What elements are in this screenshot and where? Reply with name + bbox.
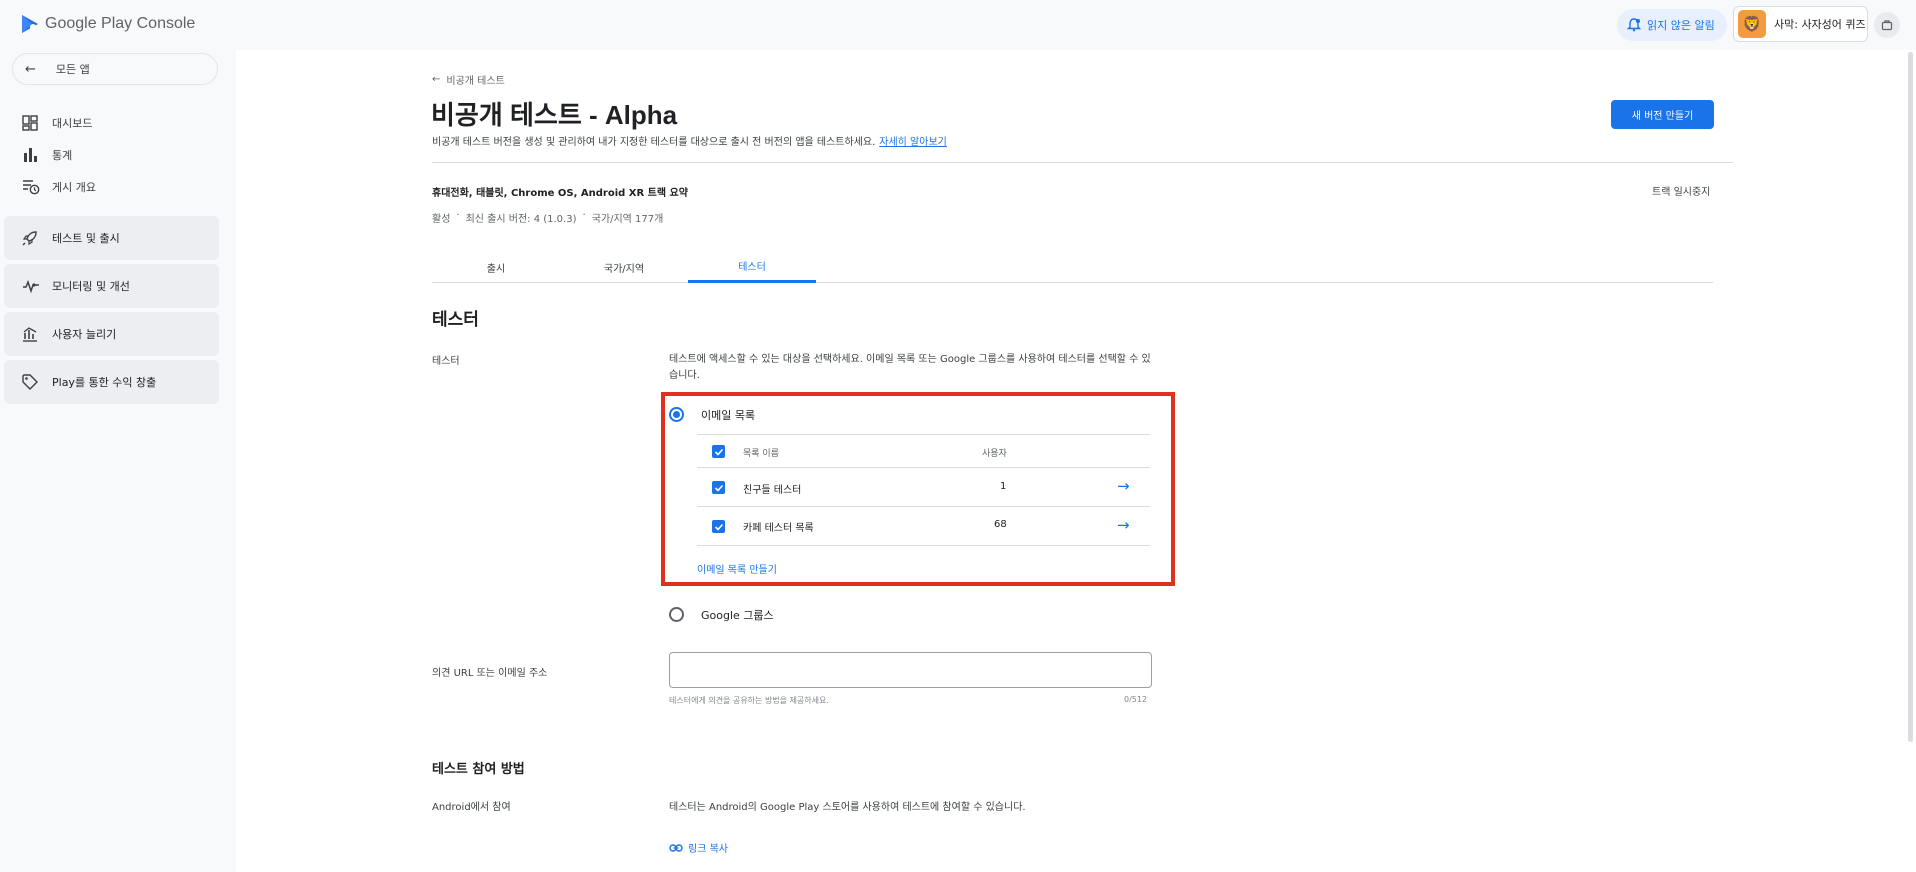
arrow-forward-icon[interactable]: → xyxy=(1117,477,1130,495)
sidebar-group-test-release[interactable]: 테스트 및 출시 xyxy=(4,216,219,260)
tab-releases[interactable]: 출시 xyxy=(432,251,560,283)
row-checkbox[interactable] xyxy=(712,481,725,494)
radio-google-groups-label: Google 그룹스 xyxy=(701,609,774,622)
feedback-label: 의견 URL 또는 이메일 주소 xyxy=(432,668,548,679)
scrollbar[interactable] xyxy=(1908,52,1913,742)
all-apps-label: 모든 앱 xyxy=(55,63,90,76)
vitals-icon xyxy=(23,279,39,294)
sidebar-group-grow[interactable]: 사용자 늘리기 xyxy=(4,312,219,356)
notifications-label: 읽지 않은 알림 xyxy=(1647,19,1715,32)
radio-google-groups[interactable] xyxy=(669,607,684,622)
sidebar-item-label: 통계 xyxy=(52,149,73,162)
sidebar-group-monetize[interactable]: Play를 통한 수익 창출 xyxy=(4,360,219,404)
tab-countries[interactable]: 국가/지역 xyxy=(560,251,688,283)
app-avatar: 🦁 xyxy=(1738,10,1766,38)
android-join-label: Android에서 참여 xyxy=(432,802,511,813)
rocket-icon xyxy=(22,231,37,246)
column-header-users: 사용자 xyxy=(982,449,1007,459)
separator: · xyxy=(582,210,586,221)
sidebar-group-label: 테스트 및 출시 xyxy=(52,232,120,245)
page-description: 비공개 테스트 버전을 생성 및 관리하여 내가 지정한 테스터를 대상으로 출… xyxy=(432,133,947,148)
arrow-forward-icon[interactable]: → xyxy=(1117,516,1130,534)
sidebar-group-label: 모니터링 및 개선 xyxy=(52,280,130,293)
track-status: 활성 xyxy=(432,214,451,225)
country-count: 국가/지역 177개 xyxy=(591,214,664,225)
table-row[interactable]: 친구들 테스터 1 → xyxy=(697,468,1150,507)
publishing-overview-icon xyxy=(23,180,40,195)
arrow-back-icon: ← xyxy=(25,61,36,77)
list-user-count: 68 xyxy=(994,519,1007,530)
briefcase-icon xyxy=(1881,20,1893,31)
description-text: 비공개 테스트 버전을 생성 및 관리하여 내가 지정한 테스터를 대상으로 출… xyxy=(432,137,876,148)
top-bar: Google Play Console 읽지 않은 알림 🦁 사막: 사자성어 … xyxy=(0,0,1916,50)
sidebar-item-dashboard[interactable]: 대시보드 xyxy=(0,108,236,138)
section-title-join: 테스트 참여 방법 xyxy=(432,762,525,777)
copy-link-button[interactable]: 링크 복사 xyxy=(669,840,728,855)
play-console-logo[interactable]: Google Play Console xyxy=(21,14,195,34)
list-name: 친구들 테스터 xyxy=(743,485,802,496)
testers-help-text: 테스트에 액세스할 수 있는 대상을 선택하세요. 이메일 목록 또는 Goog… xyxy=(669,354,1151,381)
testers-label: 테스터 xyxy=(432,356,460,367)
sidebar: ← 모든 앱 대시보드 통계 게시 개요 테스트 및 출시 모니터링 및 개선 … xyxy=(0,50,236,872)
sidebar-group-monitor[interactable]: 모니터링 및 개선 xyxy=(4,264,219,308)
header-divider xyxy=(432,162,1733,163)
separator: · xyxy=(456,210,460,221)
notifications-button[interactable]: 읽지 않은 알림 xyxy=(1617,9,1727,41)
track-meta: 활성 · 최신 출시 버전: 4 (1.0.3) · 국가/지역 177개 xyxy=(432,210,663,225)
list-name: 카페 테스터 목록 xyxy=(743,523,814,534)
account-label: 사막: 사자성어 퀴즈 xyxy=(1774,18,1866,31)
sidebar-item-publishing-overview[interactable]: 게시 개요 xyxy=(0,172,236,202)
radio-email-list-label: 이메일 목록 xyxy=(701,409,756,422)
account-switcher[interactable]: 🦁 사막: 사자성어 퀴즈 xyxy=(1733,6,1868,42)
all-apps-button[interactable]: ← 모든 앱 xyxy=(12,53,218,85)
feedback-counter: 0/512 xyxy=(1124,695,1148,704)
sidebar-item-label: 게시 개요 xyxy=(52,181,96,194)
email-list-table: 목록 이름 사용자 친구들 테스터 1 → 카페 테스터 목록 68 → xyxy=(697,434,1150,546)
check-icon xyxy=(714,484,723,492)
list-user-count: 1 xyxy=(1000,481,1007,492)
sidebar-group-label: 사용자 늘리기 xyxy=(52,328,117,341)
tab-testers[interactable]: 테스터 xyxy=(688,251,816,283)
sidebar-item-statistics[interactable]: 통계 xyxy=(0,140,236,170)
tab-bar: 출시 국가/지역 테스터 xyxy=(432,251,1713,283)
grow-icon xyxy=(23,327,37,342)
link-icon xyxy=(669,843,683,852)
dashboard-icon xyxy=(22,115,38,131)
pause-track-link[interactable]: 트랙 일시중지 xyxy=(1652,183,1710,198)
column-header-name: 목록 이름 xyxy=(743,449,779,459)
bell-icon xyxy=(1627,18,1641,32)
android-join-description: 테스터는 Android의 Google Play 스토어를 사용하여 테스트에… xyxy=(669,802,1026,813)
learn-more-link[interactable]: 자세히 알아보기 xyxy=(879,137,947,148)
table-row[interactable]: 카페 테스터 목록 68 → xyxy=(697,507,1150,546)
sidebar-item-label: 대시보드 xyxy=(52,117,93,130)
new-release-button[interactable]: 새 버전 만들기 xyxy=(1611,100,1714,129)
breadcrumb[interactable]: ← 비공개 테스트 xyxy=(432,72,505,87)
table-header-row: 목록 이름 사용자 xyxy=(697,435,1150,468)
create-email-list-link[interactable]: 이메일 목록 만들기 xyxy=(697,561,777,576)
check-icon xyxy=(714,523,723,531)
brand-name: Google Play Console xyxy=(45,15,196,32)
help-button[interactable] xyxy=(1874,12,1900,38)
arrow-back-icon: ← xyxy=(432,74,441,85)
sidebar-group-label: Play를 통한 수익 창출 xyxy=(52,376,157,389)
breadcrumb-label: 비공개 테스트 xyxy=(446,76,505,87)
bar-chart-icon xyxy=(24,148,37,162)
select-all-checkbox[interactable] xyxy=(712,445,725,458)
row-checkbox[interactable] xyxy=(712,520,725,533)
page-title: 비공개 테스트 - Alpha xyxy=(431,100,678,130)
latest-release: 최신 출시 버전: 4 (1.0.3) xyxy=(465,214,577,225)
play-logo-icon xyxy=(22,15,38,33)
check-icon xyxy=(714,448,723,456)
copy-link-label: 링크 복사 xyxy=(688,844,728,855)
radio-email-list[interactable] xyxy=(669,407,684,422)
section-title-testers: 테스터 xyxy=(432,310,479,330)
track-summary: 휴대전화, 태블릿, Chrome OS, Android XR 트랙 요약 xyxy=(432,188,688,199)
feedback-input[interactable] xyxy=(669,652,1152,688)
feedback-hint: 테스터에게 의견을 공유하는 방법을 제공하세요. xyxy=(669,696,829,705)
tag-icon xyxy=(22,374,38,390)
